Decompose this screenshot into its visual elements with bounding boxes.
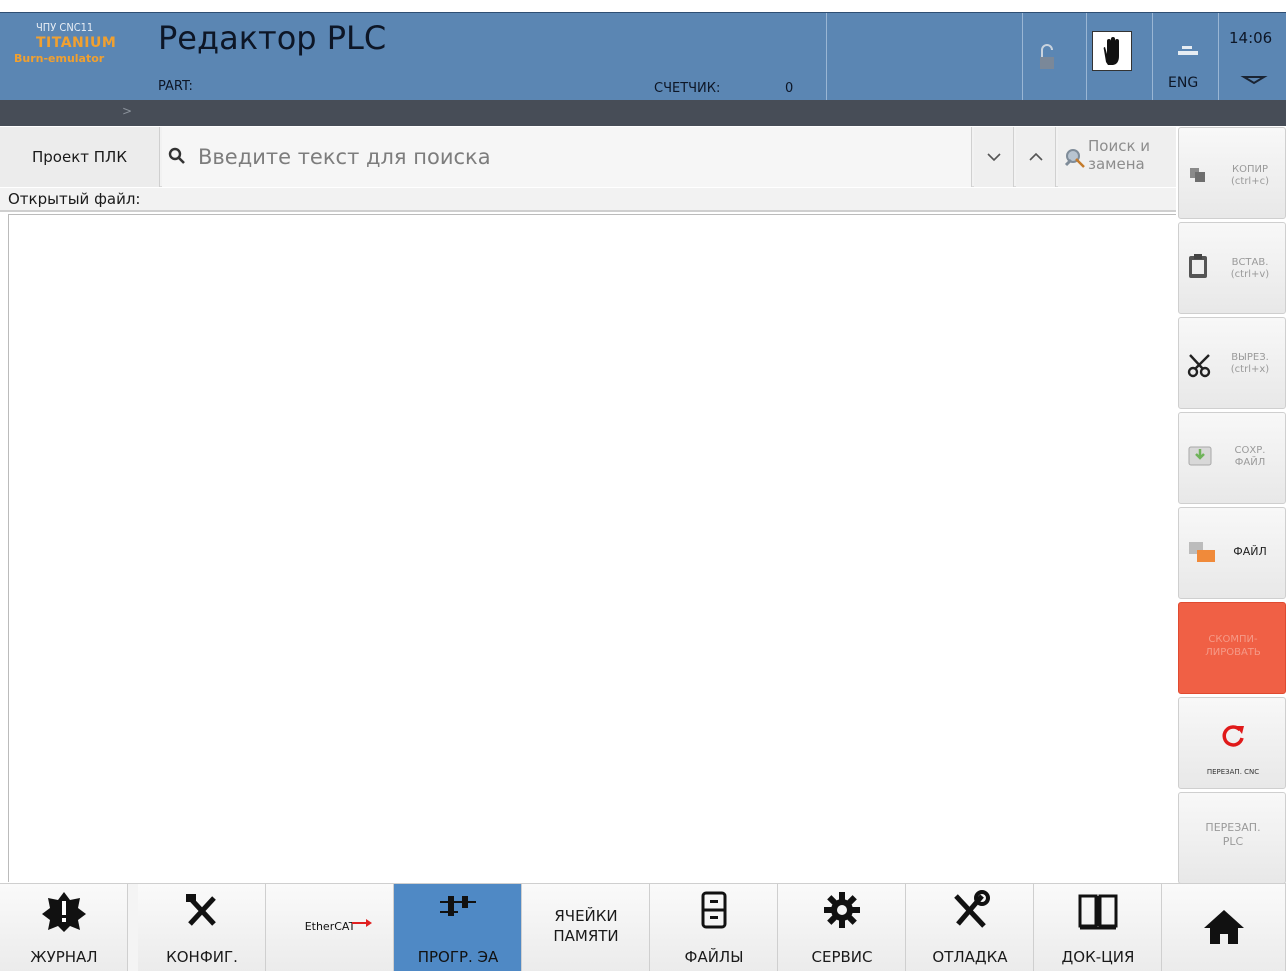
expand-arrow[interactable]: > <box>122 104 132 118</box>
brand-logo: ЧПУ CNC11 TITANIUM Burn-emulator <box>14 19 154 99</box>
brand-line1: ЧПУ CNC11 <box>36 21 94 34</box>
copy-icon <box>1190 168 1205 182</box>
file-button[interactable]: ФАЙЛ <box>1178 507 1286 599</box>
nav-service-label: СЕРВИС <box>811 948 873 966</box>
nav-prog[interactable]: ПРОГР. ЭА <box>394 884 522 971</box>
lock-open-icon[interactable] <box>1032 19 1082 95</box>
nav-config[interactable]: КОНФИГ. <box>138 884 266 971</box>
nav-memory-label: ЯЧЕЙКИ ПАМЯТИ <box>553 907 619 945</box>
nav-home[interactable] <box>1162 884 1286 971</box>
gear-icon <box>824 892 860 928</box>
nav-docs[interactable]: ДОК-ЦИЯ <box>1034 884 1162 971</box>
restart-cnc-label: ПЕРЕЗАП. CNC <box>1206 768 1260 776</box>
nav-debug[interactable]: ОТЛАДКА <box>906 884 1034 971</box>
open-file-bar: Открытый файл: <box>0 188 1176 212</box>
restart-plc-label: ПЕРЕЗАП. PLC <box>1205 821 1261 848</box>
nav-docs-label: ДОК-ЦИЯ <box>1061 948 1135 966</box>
save-file-button[interactable]: СОХР. ФАЙЛ <box>1178 412 1286 504</box>
scissors-icon <box>1187 354 1211 378</box>
open-file-label: Открытый файл: <box>8 190 141 208</box>
refresh-icon <box>1222 725 1244 747</box>
nav-files[interactable]: ФАЙЛЫ <box>650 884 778 971</box>
nav-config-label: КОНФИГ. <box>166 948 238 966</box>
chevron-up-icon <box>1028 152 1043 161</box>
chevron-down-icon[interactable] <box>1222 19 1286 95</box>
header-divider <box>826 13 827 101</box>
restart-cnc-button[interactable]: ПЕРЕЗАП. CNC <box>1178 697 1286 789</box>
app-window: ЧПУ CNC11 TITANIUM Burn-emulator Редакто… <box>0 0 1286 971</box>
nav-journal[interactable]: ЖУРНАЛ <box>0 884 128 971</box>
search-next-button[interactable] <box>974 127 1014 187</box>
nav-memory[interactable]: ЯЧЕЙКИ ПАМЯТИ <box>522 884 650 971</box>
header-divider <box>1152 13 1153 101</box>
nav-files-label: ФАЙЛЫ <box>684 948 744 966</box>
search-input[interactable] <box>198 141 958 173</box>
copy-button[interactable]: КОПИР (ctrl+c) <box>1178 127 1286 219</box>
language-indicator[interactable]: ENG <box>1168 75 1198 91</box>
project-button[interactable]: Проект ПЛК <box>0 127 160 187</box>
brand-line2: TITANIUM <box>36 35 117 51</box>
home-icon <box>1204 910 1244 944</box>
compile-button[interactable]: СКОМПИ- ЛИРОВАТЬ <box>1178 602 1286 694</box>
paste-label: ВСТАВ. (ctrl+v) <box>1230 257 1270 280</box>
counter-label: СЧЕТЧИК: <box>654 81 721 96</box>
ethercat-logo: EtherCAT <box>304 920 356 933</box>
header-divider <box>1086 13 1087 101</box>
code-editor[interactable] <box>8 214 1176 882</box>
header-divider <box>1022 13 1023 101</box>
side-toolbar: КОПИР (ctrl+c) ВСТАВ. (ctrl+v) ВЫРЕЗ. (ctrl… <box>1178 127 1286 884</box>
page-title: Редактор PLC <box>158 19 387 57</box>
paste-button[interactable]: ВСТАВ. (ctrl+v) <box>1178 222 1286 314</box>
chevron-down-icon <box>986 153 1001 162</box>
alert-icon <box>42 892 86 932</box>
plc-ladder-icon <box>440 896 476 916</box>
bottom-nav: ЖУРНАЛ КОНФИГ. EtherCAT ПРОГР. ЭА ЯЧЕЙКИ… <box>0 883 1286 971</box>
restart-plc-button[interactable]: ПЕРЕЗАП. PLC <box>1178 792 1286 884</box>
search-icon <box>168 147 185 164</box>
nav-debug-label: ОТЛАДКА <box>932 948 1008 966</box>
header-bar: ЧПУ CNC11 TITANIUM Burn-emulator Редакто… <box>0 12 1286 101</box>
search-replace-button[interactable]: Поиск и замена <box>1058 127 1176 187</box>
copy-label: КОПИР (ctrl+c) <box>1231 164 1269 187</box>
brand-line3: Burn-emulator <box>14 52 105 65</box>
save-label: СОХР. ФАЙЛ <box>1234 445 1266 468</box>
compile-label: СКОМПИ- ЛИРОВАТЬ <box>1205 634 1261 658</box>
nav-ethercat[interactable]: EtherCAT <box>266 884 394 971</box>
nav-service[interactable]: СЕРВИС <box>778 884 906 971</box>
book-icon <box>1078 894 1118 930</box>
header-divider <box>1218 13 1219 101</box>
search-replace-icon <box>1064 149 1085 168</box>
nav-prog-label: ПРОГР. ЭА <box>417 948 499 966</box>
cut-button[interactable]: ВЫРЕЗ. (ctrl+x) <box>1178 317 1286 409</box>
nav-journal-label: ЖУРНАЛ <box>30 948 98 966</box>
file-label: ФАЙЛ <box>1233 545 1267 558</box>
wrench-screwdriver-icon <box>954 890 990 928</box>
save-icon <box>1188 446 1212 466</box>
cut-label: ВЫРЕЗ. (ctrl+x) <box>1230 352 1270 375</box>
clipboard-icon <box>1189 254 1207 278</box>
status-strip <box>0 100 1286 126</box>
hand-icon[interactable] <box>1092 31 1132 71</box>
part-label: PART: <box>158 79 193 94</box>
search-toolbar: Проект ПЛК Поиск и замена <box>0 127 1176 187</box>
search-box <box>162 127 972 187</box>
search-replace-label: Поиск и замена <box>1088 137 1151 173</box>
ethercat-arrow-icon <box>352 919 372 927</box>
file-cabinet-icon <box>701 891 727 929</box>
folder-icon <box>1189 542 1215 562</box>
counter-value: 0 <box>785 81 794 96</box>
tools-icon <box>186 894 216 926</box>
search-prev-button[interactable] <box>1016 127 1056 187</box>
